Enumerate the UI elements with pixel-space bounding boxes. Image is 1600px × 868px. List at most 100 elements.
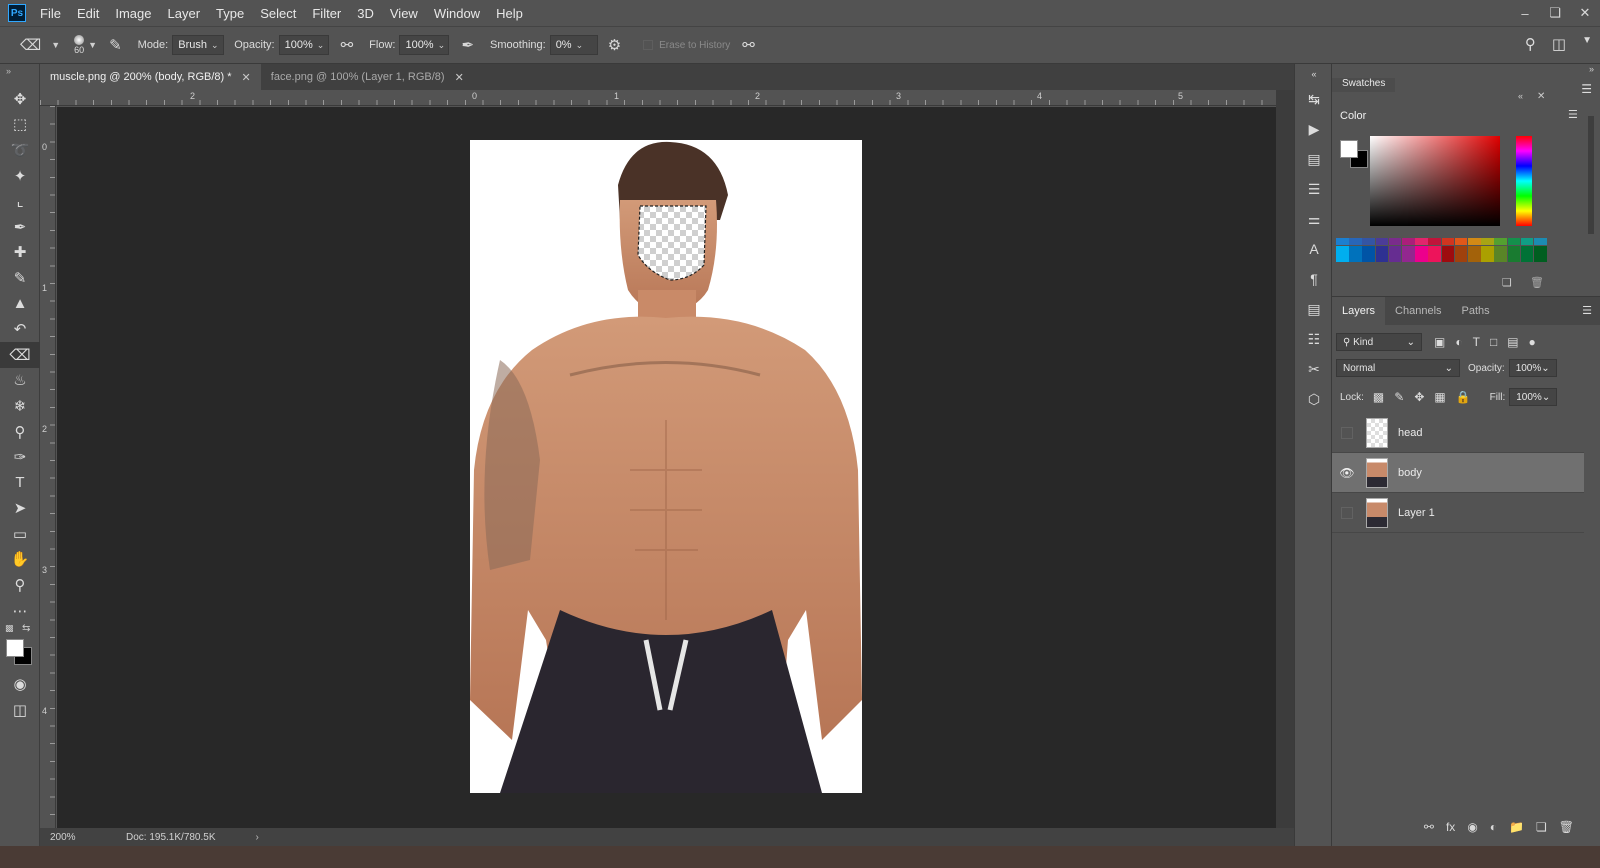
color-swatch[interactable] <box>1375 238 1389 245</box>
canvas-pasteboard[interactable] <box>57 107 1276 828</box>
brush-settings-icon[interactable]: ✎ <box>109 36 122 54</box>
filter-type-icon[interactable]: T <box>1473 335 1480 349</box>
search-icon[interactable]: ⚲ <box>1525 35 1536 53</box>
eraser-icon[interactable]: ⌫ <box>0 341 40 368</box>
color-swatch[interactable] <box>1494 238 1507 245</box>
menu-filter[interactable]: Filter <box>312 6 341 21</box>
history-brush-icon[interactable]: ↶ <box>0 316 40 342</box>
menu-help[interactable]: Help <box>496 6 523 21</box>
tab-muscle-png[interactable]: muscle.png @ 200% (body, RGB/8) * ✕ <box>40 64 261 90</box>
close-panel-icon[interactable]: ✕ <box>1537 91 1545 102</box>
chevron-down-icon[interactable]: ▼ <box>1582 35 1592 53</box>
smoothing-settings-gear-icon[interactable]: ⚙ <box>608 36 621 54</box>
lock-paint-icon[interactable]: ✎ <box>1394 390 1404 404</box>
swatch-grid[interactable] <box>1336 238 1548 270</box>
tab-face-png[interactable]: face.png @ 100% (Layer 1, RGB/8) ✕ <box>261 64 474 90</box>
document-canvas[interactable] <box>470 140 862 793</box>
layer-name[interactable]: head <box>1398 427 1422 439</box>
panel-menu-icon[interactable]: ☰ <box>1582 304 1592 317</box>
layer-name[interactable]: body <box>1398 467 1422 479</box>
actions-panel-icon[interactable]: ▶ <box>1295 114 1333 144</box>
filter-shape-icon[interactable]: □ <box>1490 335 1497 349</box>
link-icon[interactable]: ⚯ <box>1424 820 1434 834</box>
color-swatch[interactable] <box>1454 246 1468 262</box>
dodge-icon[interactable]: ⚲ <box>0 419 40 445</box>
color-swatch[interactable] <box>1428 246 1441 262</box>
pen-icon[interactable]: ✑ <box>0 444 40 470</box>
color-panel-scrollbar[interactable] <box>1588 116 1594 234</box>
group-icon[interactable]: 📁 <box>1509 820 1524 834</box>
color-swatch[interactable] <box>1481 246 1494 262</box>
brush-picker-caret-icon[interactable]: ▼ <box>88 40 97 50</box>
color-swatch[interactable] <box>1507 238 1521 245</box>
color-swatch[interactable] <box>1402 246 1415 262</box>
color-swatch[interactable] <box>1520 246 1534 262</box>
zoom-icon[interactable]: ⚲ <box>0 572 40 598</box>
brush-icon[interactable]: ✎ <box>0 265 40 291</box>
color-swatch[interactable] <box>1481 238 1494 245</box>
default-colors-icon[interactable]: ▩ <box>5 623 14 634</box>
minimize-icon[interactable]: – <box>1510 6 1540 21</box>
layer-row-layer-1[interactable]: Layer 1 <box>1332 493 1584 533</box>
hand-icon[interactable]: ✋ <box>0 547 40 573</box>
trash-icon[interactable]: 🗑 <box>1530 276 1544 289</box>
menu-type[interactable]: Type <box>216 6 244 21</box>
color-swatch[interactable] <box>1375 246 1389 262</box>
color-swatch[interactable] <box>1415 246 1428 262</box>
paragraph-panel-icon[interactable]: ¶ <box>1295 264 1333 294</box>
color-swatch[interactable] <box>1468 238 1481 245</box>
color-swatch[interactable] <box>1468 246 1481 262</box>
menu-select[interactable]: Select <box>260 6 296 21</box>
layer-row-body[interactable]: 👁 body <box>1332 453 1584 493</box>
filter-toggle-icon[interactable]: ● <box>1529 335 1536 349</box>
foreground-color-swatch[interactable] <box>6 639 24 658</box>
menu-file[interactable]: File <box>40 6 61 21</box>
new-layer-icon[interactable]: ❏ <box>1536 820 1547 834</box>
color-swatch[interactable] <box>1534 238 1547 245</box>
quick-mask-icon[interactable]: ◉ <box>0 671 40 697</box>
menu-3d[interactable]: 3D <box>357 6 374 21</box>
magic-wand-icon[interactable]: ✦ <box>0 163 40 189</box>
expand-dock-icon[interactable]: « <box>1295 64 1333 84</box>
color-panel-title[interactable]: Color <box>1340 110 1366 122</box>
layer-opacity-field[interactable]: 100% ⌄ <box>1508 359 1557 377</box>
color-swatch[interactable] <box>1402 238 1415 245</box>
menu-edit[interactable]: Edit <box>77 6 99 21</box>
color-swatch[interactable] <box>1349 238 1362 245</box>
properties-panel-icon[interactable]: ▤ <box>1295 144 1333 174</box>
color-swatch[interactable] <box>1336 238 1349 245</box>
panel-menu-icon[interactable]: ☰ <box>1581 82 1592 96</box>
marquee-icon[interactable]: ⬚ <box>0 112 40 138</box>
layer-name[interactable]: Layer 1 <box>1398 507 1435 519</box>
eraser-tool-preset-icon[interactable]: ⌫ <box>20 36 41 54</box>
flow-field[interactable]: 100% ⌄ <box>399 35 450 55</box>
fx-icon[interactable]: fx <box>1446 820 1455 834</box>
color-swatch[interactable] <box>1388 246 1402 262</box>
color-swatch[interactable] <box>1349 246 1362 262</box>
color-swatch[interactable] <box>1441 238 1455 245</box>
color-swatch[interactable] <box>1441 246 1455 262</box>
collapse-icon[interactable]: « <box>1518 91 1523 101</box>
close-tab-icon[interactable]: ✕ <box>242 71 251 84</box>
close-tab-icon[interactable]: ✕ <box>455 71 464 84</box>
airbrush-icon[interactable]: ✒ <box>461 36 474 54</box>
layer-row-head[interactable]: head <box>1332 413 1584 453</box>
menu-layer[interactable]: Layer <box>168 6 201 21</box>
visibility-toggle[interactable] <box>1332 413 1362 453</box>
hue-slider[interactable] <box>1516 136 1532 226</box>
adjustments-panel-icon[interactable]: ⚌ <box>1295 204 1333 234</box>
pressure-opacity-icon[interactable]: ⚯ <box>341 36 354 54</box>
color-swatch[interactable] <box>1362 238 1375 245</box>
new-swatch-icon[interactable]: ❏ <box>1502 276 1512 289</box>
visibility-toggle[interactable]: 👁 <box>1332 453 1362 493</box>
close-icon[interactable]: ✕ <box>1570 5 1600 21</box>
menu-view[interactable]: View <box>390 6 418 21</box>
color-swatch[interactable] <box>1534 246 1547 262</box>
collapse-toolbar-icon[interactable]: » <box>0 64 39 86</box>
lock-all-icon[interactable]: 🔒 <box>1456 390 1471 404</box>
tool-preset-caret-icon[interactable]: ▼ <box>51 40 60 50</box>
history-panel-icon[interactable]: ↹ <box>1295 84 1333 114</box>
chevron-right-icon[interactable]: › <box>256 832 259 843</box>
adjustment-icon[interactable]: ◐ <box>1490 820 1497 834</box>
color-swatch[interactable] <box>1388 238 1402 245</box>
